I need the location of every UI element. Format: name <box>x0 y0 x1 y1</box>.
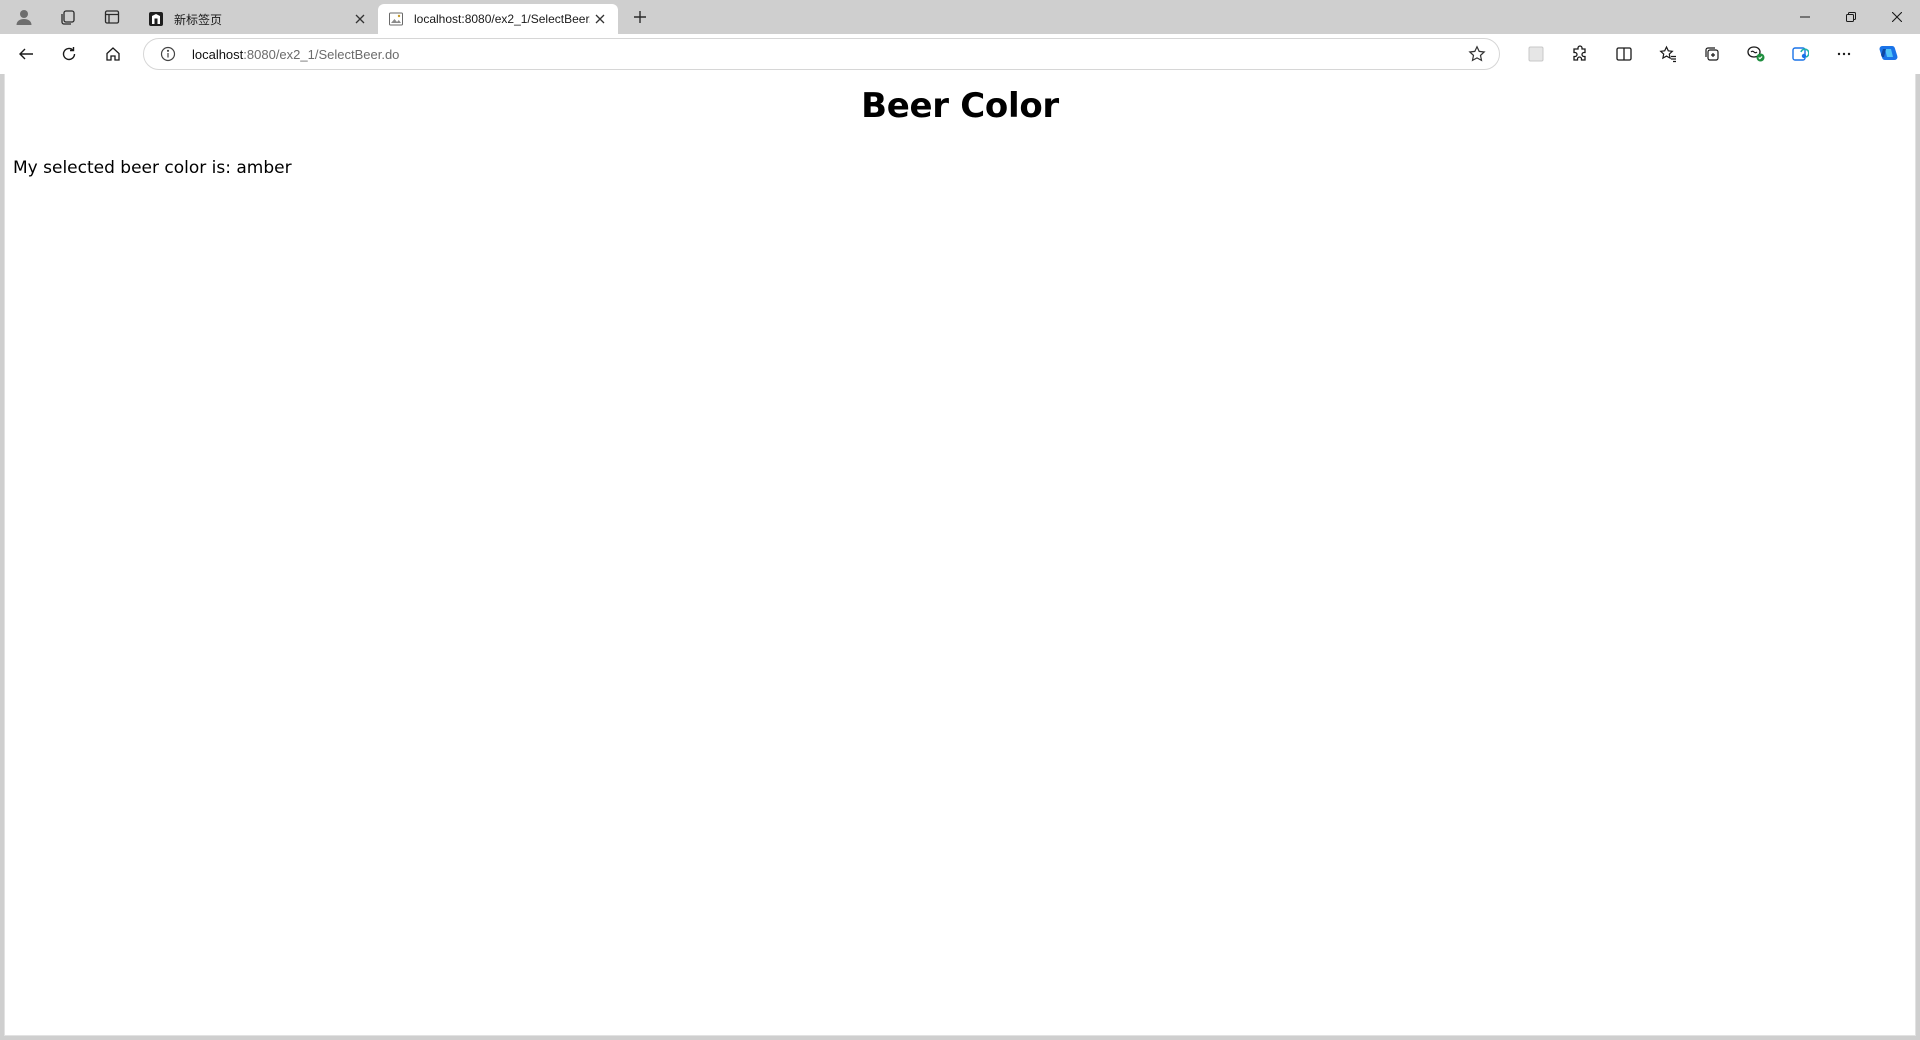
tab-new-tab[interactable]: 新标签页 <box>138 4 378 34</box>
site-info-icon[interactable] <box>158 44 178 64</box>
copilot-button[interactable] <box>1868 38 1908 70</box>
browser-essentials-button[interactable] <box>1736 38 1776 70</box>
toolbar-actions <box>1516 38 1912 70</box>
edge-drop-button[interactable] <box>1780 38 1820 70</box>
browser-essentials-icon <box>1746 45 1766 63</box>
plus-icon <box>633 10 647 24</box>
home-icon <box>105 46 121 62</box>
close-window-button[interactable] <box>1874 0 1920 34</box>
navigation-toolbar: localhost:8080/ex2_1/SelectBeer.do <box>0 34 1920 74</box>
tab-close-icon[interactable] <box>350 9 370 29</box>
extensions-button[interactable] <box>1560 38 1600 70</box>
page-image-icon <box>388 11 404 27</box>
add-favorite-button[interactable] <box>1465 42 1489 66</box>
tab-actions-icon <box>103 8 121 26</box>
refresh-icon <box>61 46 77 62</box>
vertical-tabs-button[interactable] <box>94 3 130 31</box>
minimize-icon <box>1800 12 1810 22</box>
favorites-button[interactable] <box>1648 38 1688 70</box>
restore-button[interactable] <box>1828 0 1874 34</box>
workspaces-icon <box>59 8 77 26</box>
page-title: Beer Color <box>861 86 1059 126</box>
browser-window: 新标签页 localhost:8080/ex2_1/SelectBeer.do <box>0 0 1920 1040</box>
new-tab-button[interactable] <box>624 3 656 31</box>
new-tab-page-icon <box>148 11 164 27</box>
favorites-icon <box>1659 45 1677 63</box>
url-host: localhost <box>191 46 244 62</box>
copilot-icon <box>1877 43 1899 65</box>
edge-drop-icon <box>1791 45 1810 63</box>
tab-selectbeer[interactable]: localhost:8080/ex2_1/SelectBeer.do <box>378 4 618 34</box>
tab-strip: 新标签页 localhost:8080/ex2_1/SelectBeer.do <box>0 0 1920 34</box>
restore-icon <box>1846 12 1856 22</box>
beer-color-result: My selected beer color is: amber <box>13 158 292 178</box>
page-action-icon <box>1527 45 1545 63</box>
minimize-button[interactable] <box>1782 0 1828 34</box>
more-menu-button[interactable] <box>1824 38 1864 70</box>
window-controls <box>1782 0 1920 34</box>
tab-strip-left-actions <box>0 0 138 34</box>
collections-button[interactable] <box>1692 38 1732 70</box>
url-path: :8080/ex2_1/SelectBeer.do <box>243 46 400 62</box>
split-screen-icon <box>1615 45 1633 63</box>
extensions-icon <box>1571 45 1589 63</box>
star-icon <box>1468 45 1486 63</box>
more-menu-icon <box>1836 46 1852 62</box>
tab-title: localhost:8080/ex2_1/SelectBeer.do <box>414 12 590 26</box>
page-action-button[interactable] <box>1516 38 1556 70</box>
refresh-button[interactable] <box>52 38 88 70</box>
arrow-left-icon <box>18 46 34 62</box>
tab-close-icon[interactable] <box>590 9 610 29</box>
home-button[interactable] <box>95 38 131 70</box>
close-icon <box>1892 12 1902 22</box>
tab-title: 新标签页 <box>174 12 223 27</box>
collections-icon <box>1703 45 1721 63</box>
profile-icon <box>15 8 33 26</box>
url-text[interactable]: localhost:8080/ex2_1/SelectBeer.do <box>192 47 1465 62</box>
workspaces-button[interactable] <box>50 3 86 31</box>
back-button[interactable] <box>8 38 44 70</box>
address-bar[interactable]: localhost:8080/ex2_1/SelectBeer.do <box>142 38 1501 70</box>
profile-button[interactable] <box>6 3 42 31</box>
split-screen-button[interactable] <box>1604 38 1644 70</box>
page-viewport: Beer Color My selected beer color is: am… <box>4 74 1916 1036</box>
